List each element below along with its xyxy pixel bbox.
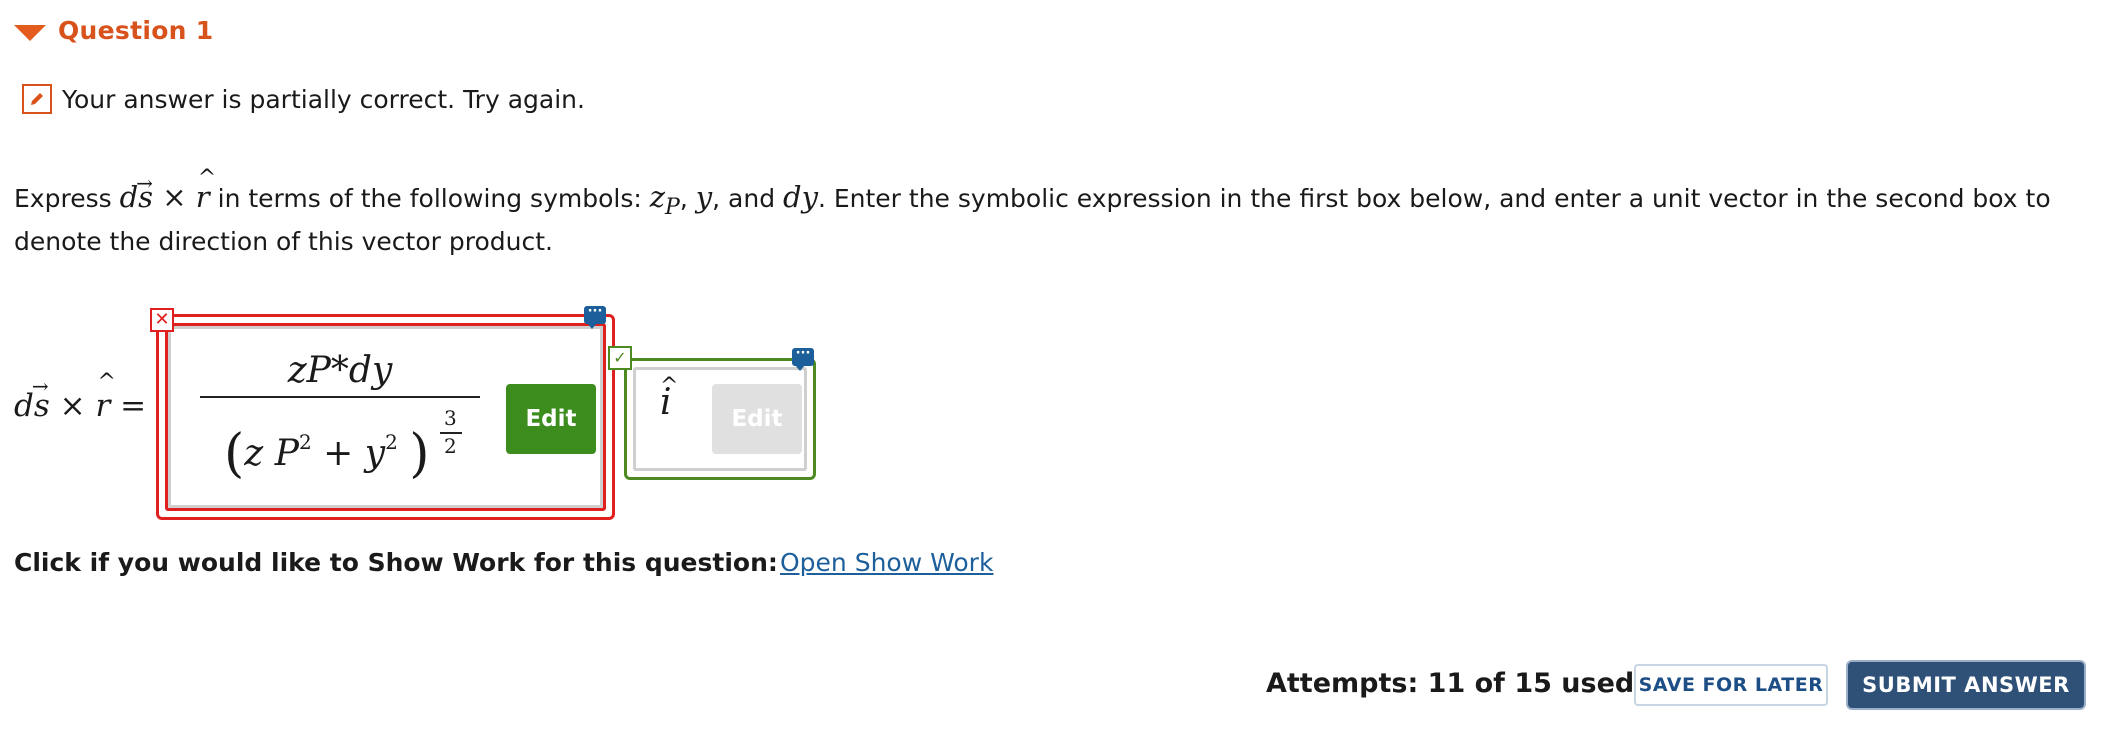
equation-lhs: d → s × ^ r =: [14, 370, 147, 424]
fraction-bar: [200, 396, 480, 398]
question-prompt: Express d → s × ^ r in terms of the followi…: [14, 166, 2114, 259]
show-work-label: Click if you would like to Show Work for…: [14, 548, 778, 577]
save-for-later-button[interactable]: SAVE FOR LATER: [1634, 664, 1828, 706]
prompt-text: in terms of the following symbols:: [209, 184, 650, 213]
checkmark-icon: ✓: [608, 346, 632, 370]
exponent-denominator: 2: [444, 434, 457, 458]
pencil-icon: [22, 84, 52, 114]
edit-button-magnitude[interactable]: Edit: [506, 384, 596, 454]
unit-vector-value: i: [660, 382, 672, 423]
x-mark-icon: ✕: [150, 308, 174, 332]
prompt-sep: , and: [712, 184, 784, 213]
symbol-dy: dy: [783, 180, 818, 214]
exponent-numerator: 3: [444, 406, 457, 430]
attempts-counter: Attempts: 11 of 15 used: [1266, 668, 1635, 699]
collapse-triangle-icon[interactable]: [14, 24, 46, 41]
question-title: Question 1: [58, 16, 214, 45]
prompt-sep: ,: [679, 184, 696, 213]
fraction-denominator: (z P2 + y2 ): [224, 424, 430, 484]
ellipsis-speech-icon[interactable]: ···: [584, 305, 606, 329]
symbol-y: y: [695, 180, 713, 214]
prompt-times: ×: [153, 180, 196, 214]
prompt-math-ds: d → s: [119, 171, 154, 214]
ellipsis-speech-icon[interactable]: ···: [792, 347, 814, 371]
submit-answer-button[interactable]: SUBMIT ANSWER: [1848, 662, 2084, 708]
prompt-math-rhat: ^ r: [195, 166, 217, 214]
question-header[interactable]: Question 1: [14, 16, 213, 45]
edit-button-direction[interactable]: Edit: [712, 384, 802, 454]
prompt-text: Express: [14, 184, 120, 213]
open-show-work-link[interactable]: Open Show Work: [780, 548, 993, 577]
symbol-zp: zP: [649, 180, 680, 220]
answer-status: Your answer is partially correct. Try ag…: [22, 84, 585, 114]
status-message: Your answer is partially correct. Try ag…: [62, 84, 585, 114]
fraction-numerator: zP*dy: [287, 350, 393, 391]
